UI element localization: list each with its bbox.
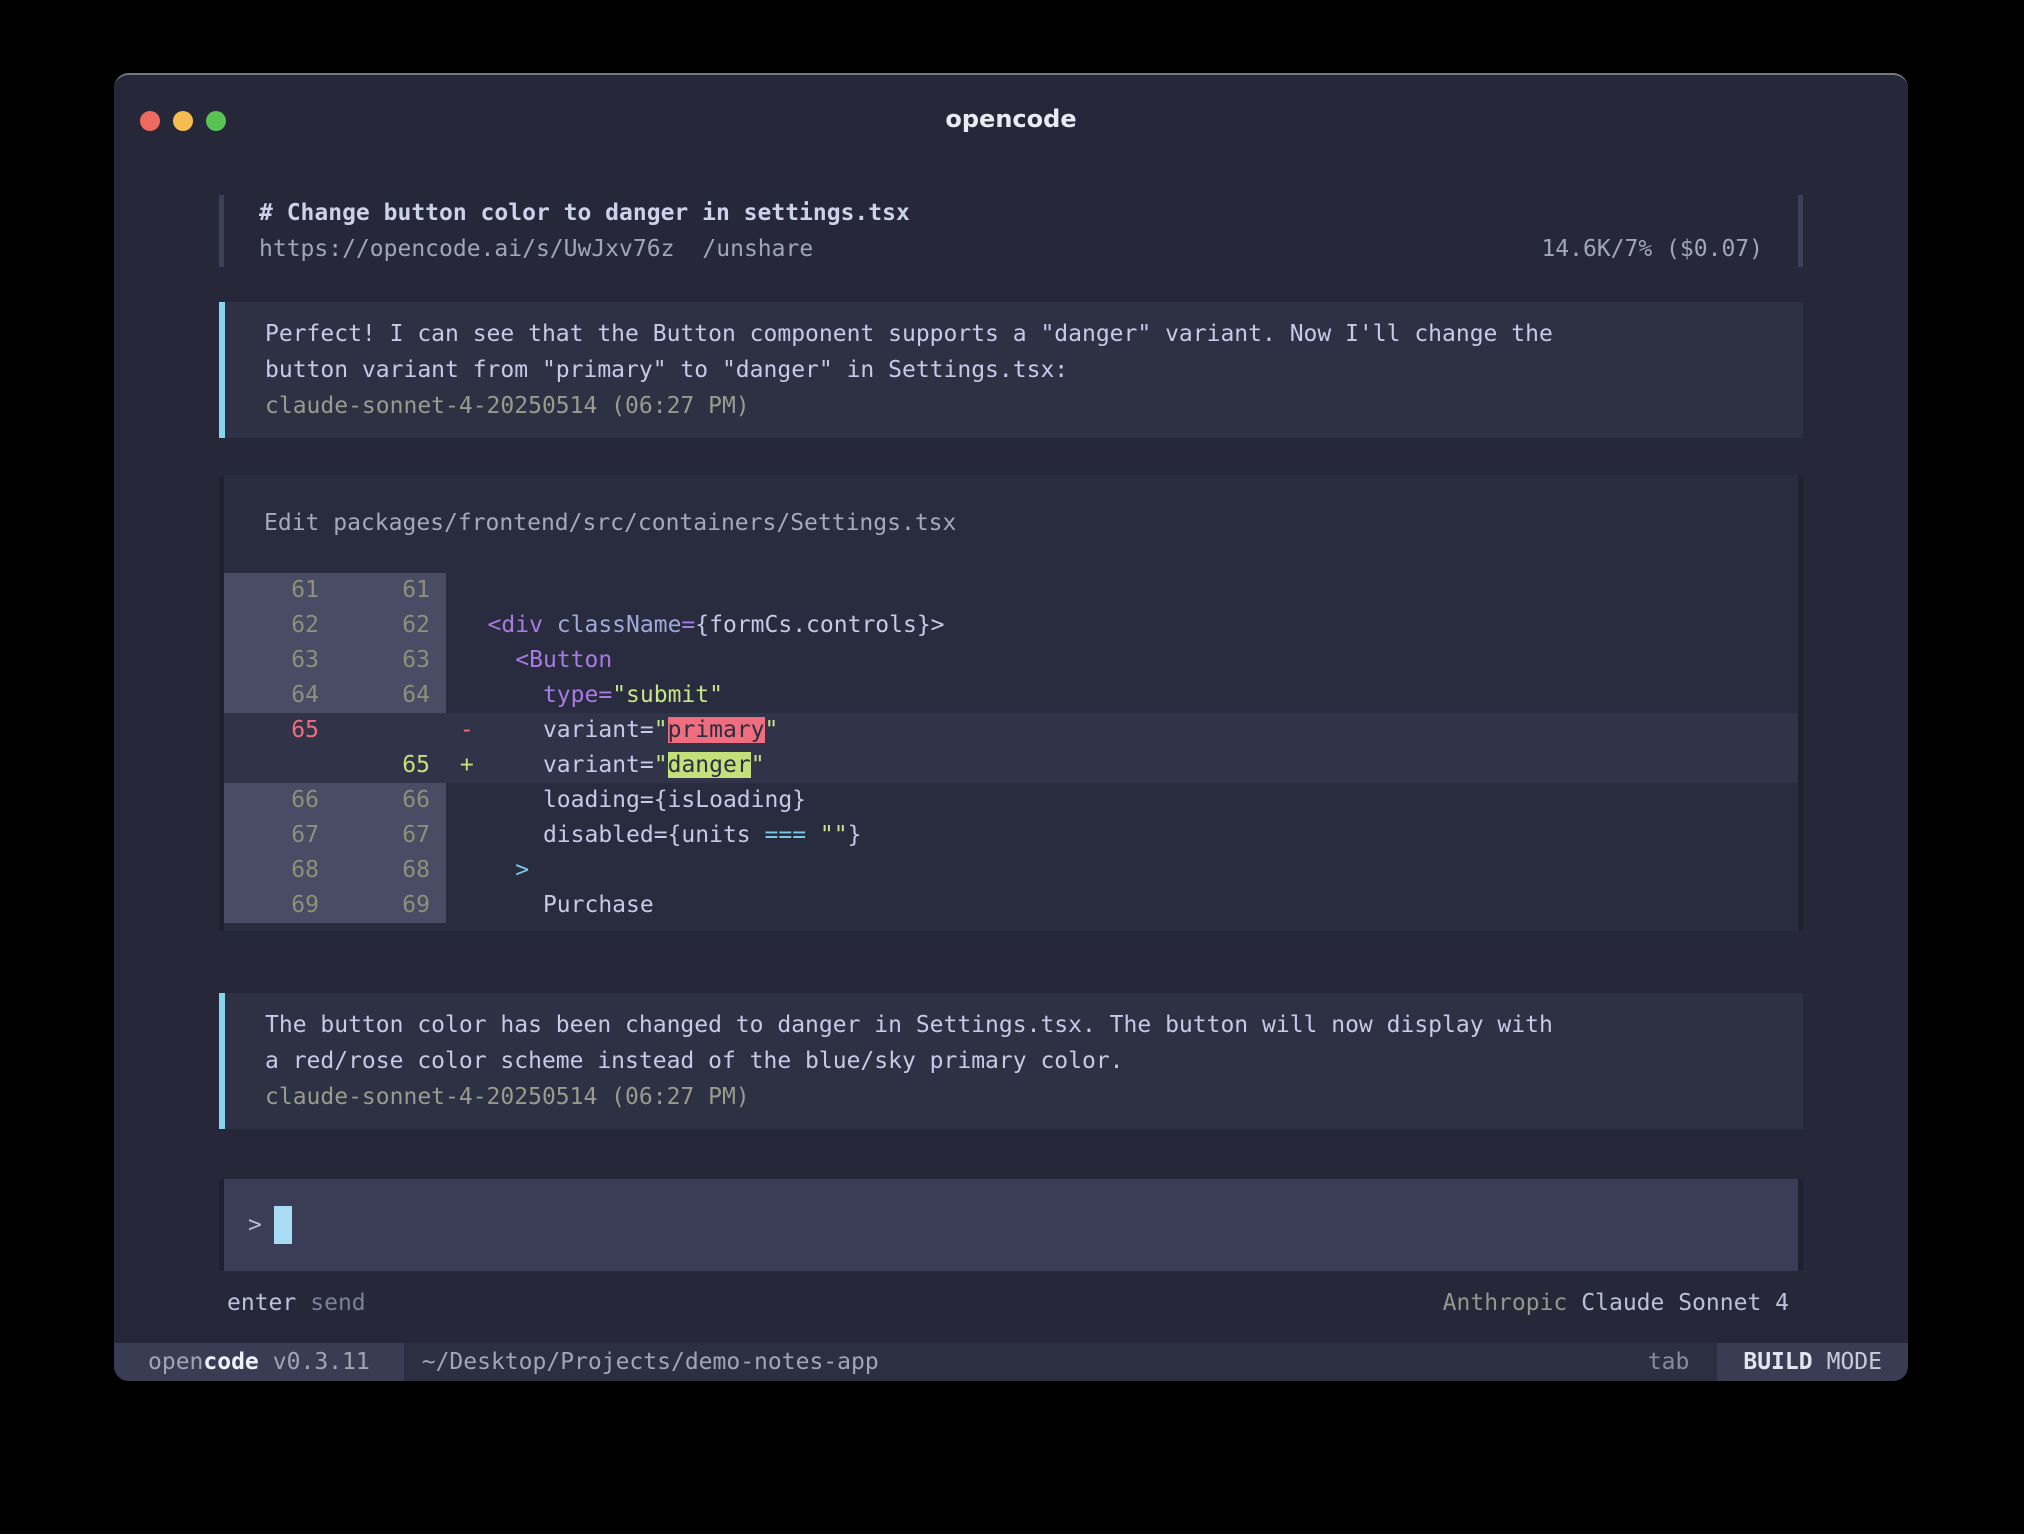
line-number-gutter: 6464 — [224, 678, 446, 713]
mode-label: MODE — [1827, 1349, 1882, 1375]
edit-tool-card: Edit packages/frontend/src/containers/Se… — [219, 475, 1803, 931]
diff-row: 6363 <Button — [224, 643, 1798, 678]
window-titlebar: opencode — [114, 75, 1908, 163]
edit-tool-header: Edit packages/frontend/src/containers/Se… — [224, 505, 1798, 541]
diff-row: 6969 Purchase — [224, 888, 1798, 923]
diff-row: 6868 > — [224, 853, 1798, 888]
working-directory: ~/Desktop/Projects/demo-notes-app — [422, 1349, 879, 1375]
build-mode-chip[interactable]: BUILD MODE — [1717, 1343, 1908, 1381]
old-line-number: 61 — [224, 573, 335, 608]
line-number-gutter: 6161 — [224, 573, 446, 608]
old-line-number: 68 — [224, 853, 335, 888]
line-number-gutter: 65 — [224, 713, 446, 748]
old-line-number: 67 — [224, 818, 335, 853]
status-bar: opencode v0.3.11 ~/Desktop/Projects/demo-… — [114, 1343, 1908, 1381]
new-line-number — [335, 713, 446, 748]
text-cursor — [274, 1206, 292, 1244]
line-number-gutter: 6767 — [224, 818, 446, 853]
old-line-number: 65 — [224, 713, 335, 748]
message-text-line: button variant from "primary" to "danger… — [265, 352, 1763, 388]
old-line-number: 66 — [224, 783, 335, 818]
model-indicator: Anthropic Claude Sonnet 4 — [1443, 1285, 1789, 1321]
new-line-number: 64 — [335, 678, 446, 713]
diff-view: 61616262 <div className={formCs.controls… — [224, 573, 1798, 923]
token-cost-stats: 14.6K/7% ($0.07) — [1541, 231, 1763, 267]
old-line-number: 69 — [224, 888, 335, 923]
new-line-number: 67 — [335, 818, 446, 853]
old-line-number: 64 — [224, 678, 335, 713]
line-number-gutter: 6868 — [224, 853, 446, 888]
new-line-number: 62 — [335, 608, 446, 643]
new-line-number: 69 — [335, 888, 446, 923]
assistant-message: Perfect! I can see that the Button compo… — [219, 302, 1803, 438]
line-number-gutter: 6262 — [224, 608, 446, 643]
line-number-gutter: 6969 — [224, 888, 446, 923]
code-line: <Button — [446, 643, 612, 678]
session-header: # Change button color to danger in setti… — [219, 195, 1803, 267]
new-line-number: 68 — [335, 853, 446, 888]
code-line: <div className={formCs.controls}> — [446, 608, 945, 643]
mode-name: BUILD — [1743, 1349, 1812, 1375]
window-title: opencode — [114, 105, 1908, 133]
provider-name: Anthropic — [1443, 1290, 1568, 1316]
session-title: # Change button color to danger in setti… — [259, 195, 1763, 231]
diff-row: 6262 <div className={formCs.controls}> — [224, 608, 1798, 643]
send-action-hint: send — [310, 1290, 365, 1316]
share-url-group: https://opencode.ai/s/UwJxv76z/unshare — [259, 231, 813, 267]
app-name-open: open — [148, 1349, 203, 1375]
line-number-gutter: 6666 — [224, 783, 446, 818]
message-model-timestamp: claude-sonnet-4-20250514 (06:27 PM) — [265, 1079, 1763, 1115]
code-line: > — [446, 853, 529, 888]
message-text-line: a red/rose color scheme instead of the b… — [265, 1043, 1763, 1079]
assistant-message: The button color has been changed to dan… — [219, 993, 1803, 1129]
enter-key-hint: enter — [227, 1290, 296, 1316]
diff-row: 6666 loading={isLoading} — [224, 783, 1798, 818]
opencode-window: opencode # Change button color to danger… — [114, 73, 1908, 1381]
app-version: v0.3.11 — [273, 1349, 370, 1375]
new-line-number: 63 — [335, 643, 446, 678]
new-line-number: 65 — [335, 748, 446, 783]
old-line-number: 63 — [224, 643, 335, 678]
diff-row: 6464 type="submit" — [224, 678, 1798, 713]
code-line: loading={isLoading} — [446, 783, 806, 818]
message-text-line: The button color has been changed to dan… — [265, 1007, 1763, 1043]
share-url[interactable]: https://opencode.ai/s/UwJxv76z — [259, 236, 674, 262]
code-line: type="submit" — [446, 678, 723, 713]
new-line-number: 66 — [335, 783, 446, 818]
message-model-timestamp: claude-sonnet-4-20250514 (06:27 PM) — [265, 388, 1763, 424]
code-line: + variant="danger" — [446, 748, 765, 783]
tab-key-hint: tab — [1648, 1349, 1690, 1375]
unshare-command[interactable]: /unshare — [702, 236, 813, 262]
new-line-number: 61 — [335, 573, 446, 608]
app-name-code: code — [203, 1349, 258, 1375]
diff-row: 6767 disabled={units === ""} — [224, 818, 1798, 853]
diff-row: 65 + variant="danger" — [224, 748, 1798, 783]
prompt-input[interactable]: > — [219, 1179, 1803, 1271]
app-version-chip: opencode v0.3.11 — [114, 1343, 404, 1381]
old-line-number: 62 — [224, 608, 335, 643]
code-line: Purchase — [446, 888, 654, 923]
code-line: - variant="primary" — [446, 713, 778, 748]
diff-row: 65 - variant="primary" — [224, 713, 1798, 748]
line-number-gutter: 6363 — [224, 643, 446, 678]
hint-row: enter send Anthropic Claude Sonnet 4 — [219, 1285, 1803, 1321]
code-line: disabled={units === ""} — [446, 818, 861, 853]
diff-row: 6161 — [224, 573, 1798, 608]
message-text-line: Perfect! I can see that the Button compo… — [265, 316, 1763, 352]
model-name: Claude Sonnet 4 — [1581, 1290, 1789, 1316]
old-line-number — [224, 748, 335, 783]
prompt-symbol: > — [248, 1212, 262, 1238]
send-hint: enter send — [227, 1285, 366, 1321]
line-number-gutter: 65 — [224, 748, 446, 783]
